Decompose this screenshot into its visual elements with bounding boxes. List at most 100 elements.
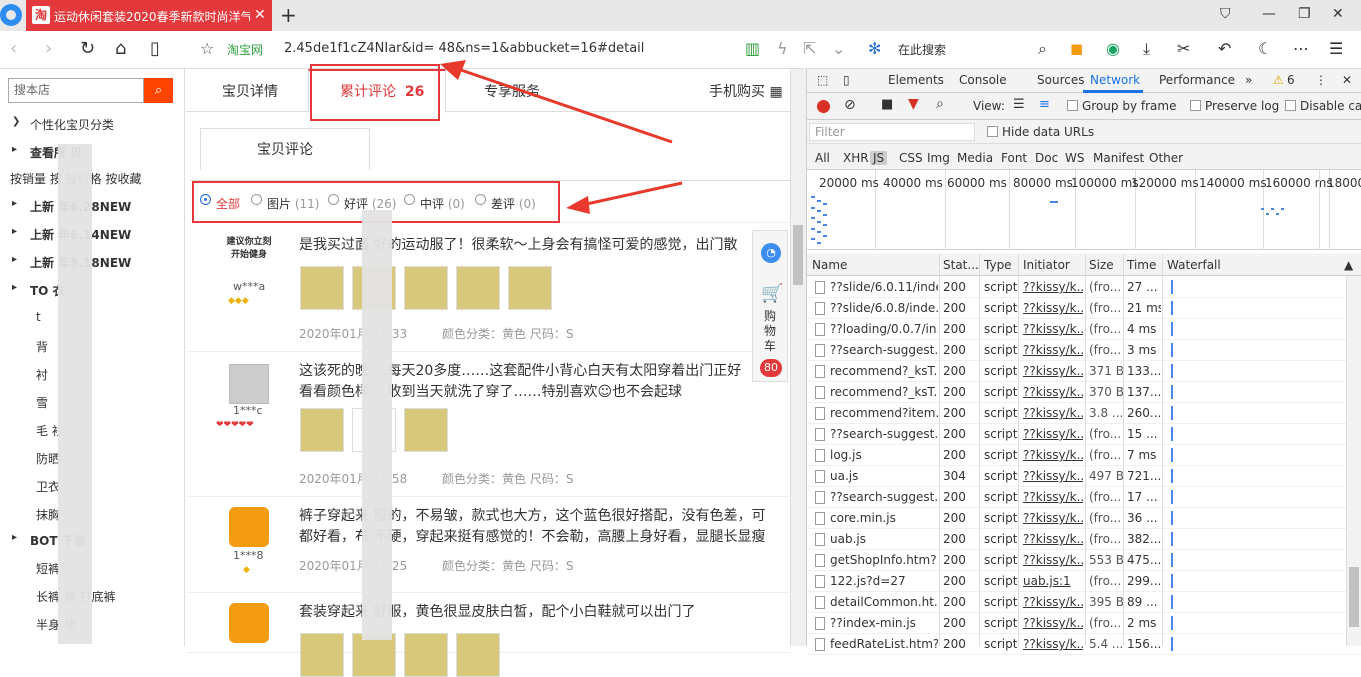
review-photo[interactable] [456,266,500,310]
request-initiator[interactable]: ??kissy/k... [1023,322,1083,336]
app-icon[interactable]: ◉ [1106,39,1120,58]
request-initiator[interactable]: ??kissy/k... [1023,406,1083,420]
type-filter-img[interactable]: Img [927,151,950,165]
request-initiator[interactable]: ??kissy/k... [1023,301,1083,315]
review-photo[interactable] [404,266,448,310]
column-waterfall[interactable]: Waterfall [1167,258,1221,272]
search-icon[interactable]: ⌕ [936,96,944,112]
network-row[interactable]: ??slide/6.0.8/inde... 200 script ??kissy/k.… [807,298,1361,319]
sidebar-item[interactable]: 抹胸 [36,506,60,523]
type-filter-xhr[interactable]: XHR [843,151,869,165]
browser-tab[interactable]: 淘 运动休闲套装2020春季新款时尚洋气 ✕ [26,0,272,31]
network-scrollbar-thumb[interactable] [1349,567,1359,627]
minimize-icon[interactable]: — [1262,6,1276,22]
review-photo[interactable] [508,266,552,310]
skin-icon[interactable]: ⛉ [1220,6,1231,22]
network-row[interactable]: 122.js?d=27 200 script uab.js:1 (fro... 299..… [807,571,1361,592]
column-type[interactable]: Type [984,258,1012,272]
network-row[interactable]: core.min.js 200 script ??kissy/k... (fro... 3… [807,508,1361,529]
more-tabs-icon[interactable]: » [1245,73,1252,87]
waterfall-view-icon[interactable]: ≡ [1039,97,1050,112]
reload-icon[interactable]: ↻ [80,38,95,59]
cart-float-bar[interactable]: ◔ 🛒 购物车 80 [752,230,788,382]
tab-detail[interactable]: 宝贝详情 [222,81,278,101]
type-filter-doc[interactable]: Doc [1035,151,1058,165]
devtools-tab-console[interactable]: Console [959,73,1007,87]
request-initiator[interactable]: ??kissy/k... [1023,490,1083,504]
bookmarks-icon[interactable]: ▯ [150,38,160,59]
sidebar-item[interactable]: t [36,310,41,324]
page-scrollbar-thumb[interactable] [793,225,803,285]
network-row[interactable]: ??index-min.js 200 script ??kissy/k... (fro.… [807,613,1361,634]
review-photo[interactable] [404,408,448,452]
close-tab-icon[interactable]: ✕ [254,7,266,23]
network-row[interactable]: ??loading/0.0.7/in... 200 script ??kissy/k.… [807,319,1361,340]
back-icon[interactable]: ‹ [10,38,17,59]
download-icon[interactable]: ⤓ [1143,39,1150,59]
more-icon[interactable]: ⋯ [1293,39,1309,58]
devtools-close-icon[interactable]: ✕ [1342,73,1352,87]
menu-icon[interactable]: ☰ [1329,39,1343,58]
undo-icon[interactable]: ↶ [1218,39,1231,58]
tab-mobile[interactable]: 手机购买 ▦ [709,81,783,101]
network-row[interactable]: ??slide/6.0.11/inde... 200 script ??kissy/k… [807,277,1361,298]
devtools-tab-sources[interactable]: Sources [1037,73,1084,87]
share-icon[interactable]: ⇱ [803,39,816,58]
device-toolbar-icon[interactable]: ▯ [843,73,850,87]
chevron-down-icon[interactable]: ⌄ [832,39,845,58]
close-window-icon[interactable]: ✕ [1332,6,1344,22]
column-name[interactable]: Name [812,258,847,272]
sidebar-item[interactable]: 雪 [36,394,48,411]
request-initiator[interactable]: uab.js:1 [1023,574,1083,588]
review-photo[interactable] [456,633,500,677]
type-filter-media[interactable]: Media [957,151,993,165]
network-row[interactable]: ??search-suggest... 200 script ??kissy/k...… [807,424,1361,445]
sidebar-item[interactable]: 卫衣 [36,478,60,495]
sort-ascending-icon[interactable]: ▲ [1344,258,1353,272]
list-view-icon[interactable]: ☰ [1013,97,1025,112]
sidebar-item[interactable]: 背 [36,338,48,355]
request-initiator[interactable]: ??kissy/k... [1023,448,1083,462]
filter-icon[interactable]: ▼ [908,96,919,112]
night-mode-icon[interactable]: ☾ [1258,39,1272,58]
type-filter-other[interactable]: Other [1149,151,1183,165]
network-row[interactable]: recommend?item... 200 script ??kissy/k... 3.… [807,403,1361,424]
devtools-tab-network[interactable]: Network [1090,73,1140,87]
review-photo[interactable] [404,633,448,677]
column-stat[interactable]: Stat... [943,258,979,272]
network-row[interactable]: getShopInfo.htm?... 200 script ??kissy/k...… [807,550,1361,571]
review-photo[interactable] [300,266,344,310]
baidu-paw-icon[interactable]: ✻ [868,39,881,58]
reader-icon[interactable]: ▥ [745,39,760,58]
camera-icon[interactable]: ■ [881,97,893,112]
chat-icon[interactable]: ◔ [761,243,781,263]
forward-icon[interactable]: › [45,38,52,59]
new-tab-button[interactable]: + [280,3,297,27]
game-icon[interactable]: ◼ [1070,39,1083,58]
tab-service[interactable]: 专享服务 [484,81,540,101]
request-initiator[interactable]: ??kissy/k... [1023,616,1083,630]
devtools-menu-icon[interactable]: ⋮ [1315,73,1327,87]
disable-cache-checkbox[interactable]: Disable cac [1285,99,1361,113]
network-row[interactable]: feedRateList.htm?... 200 script ??kissy/k..… [807,634,1361,655]
column-initiator[interactable]: Initiator [1023,258,1070,272]
sidebar-item[interactable]: 衬 [36,366,48,383]
sidebar-item[interactable]: 个性化宝贝分类 [30,116,114,133]
search-icon[interactable]: ⌕ [1038,39,1047,59]
request-initiator[interactable]: ??kissy/k... [1023,427,1083,441]
review-photo[interactable] [300,633,344,677]
review-subtab[interactable]: 宝贝评论 [200,128,370,170]
hide-data-urls-checkbox[interactable]: Hide data URLs [987,125,1094,139]
network-row[interactable]: recommend?_ksT... 200 script ??kissy/k... 37… [807,382,1361,403]
preserve-log-checkbox[interactable]: Preserve log [1190,99,1279,113]
request-initiator[interactable]: ??kissy/k... [1023,364,1083,378]
network-row[interactable]: uab.js 200 script ??kissy/k... (fro... 382... [807,529,1361,550]
network-row[interactable]: ??search-suggest... 200 script ??kissy/k...… [807,340,1361,361]
request-initiator[interactable]: ??kissy/k... [1023,637,1083,651]
sidebar-item[interactable]: 短裤 [36,560,60,577]
sidebar-item[interactable]: 防晒 [36,450,60,467]
request-initiator[interactable]: ??kissy/k... [1023,595,1083,609]
type-filter-all[interactable]: All [815,151,830,165]
inspect-icon[interactable]: ⬚ [817,73,828,87]
request-initiator[interactable]: ??kissy/k... [1023,385,1083,399]
